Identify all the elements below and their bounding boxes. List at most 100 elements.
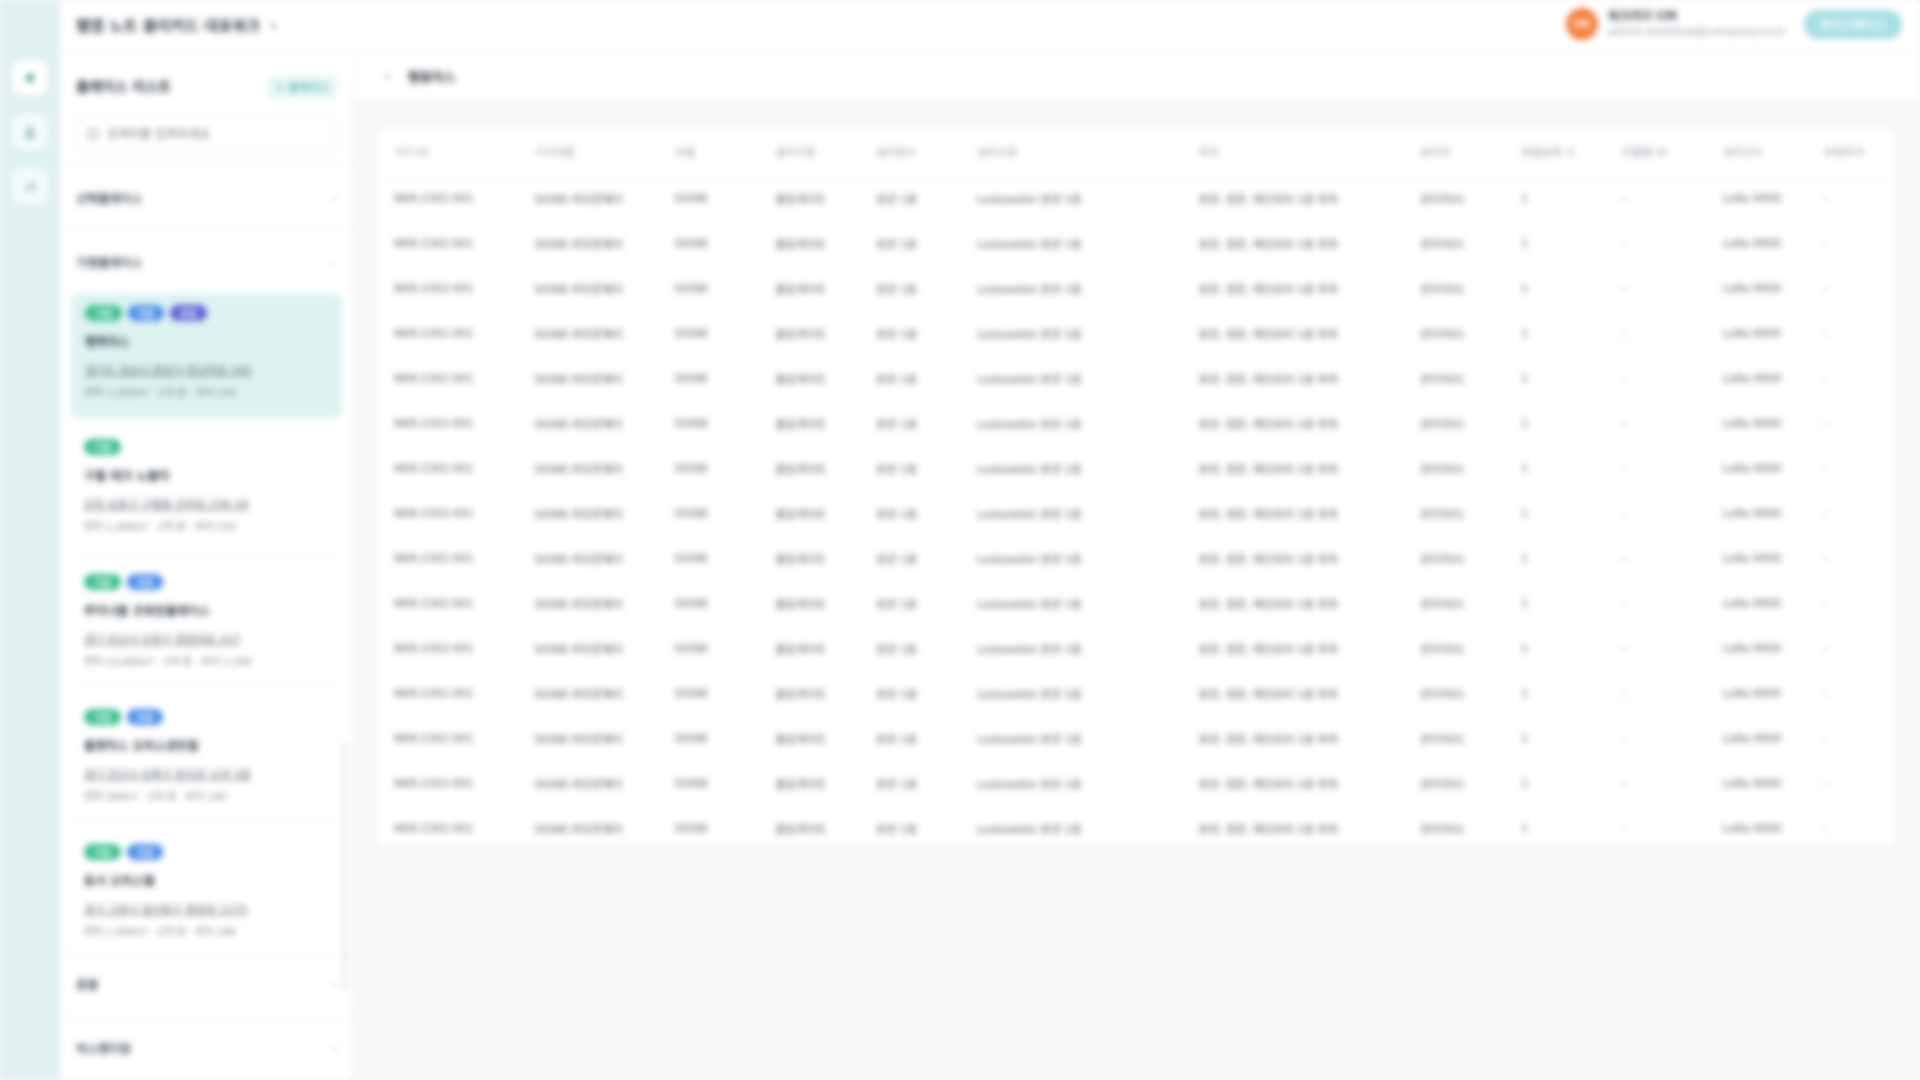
table-row[interactable]: NKR-2302-001 SIGNE-퍼모몬웨이 SIGNE 출입게이트 본관 1층 Lo… — [378, 806, 1894, 851]
table-cell: NKR-2302-001 — [394, 192, 474, 206]
place-card[interactable]: 가맹 직영 본점 행복마스 경기도 성남시 분당구 판교역로 192 면적 1,200m²… — [72, 294, 341, 418]
table-cell: 1 — [1521, 417, 1529, 430]
table-cell: 본관, 정문, 메인로비 1층 좌측 — [1198, 777, 1338, 791]
table-cell: - — [1621, 552, 1626, 565]
search-box[interactable] — [76, 116, 337, 152]
table-cell: 1 — [1521, 732, 1529, 745]
panel-title: 플레이스 리스트 — [76, 80, 172, 96]
avatar[interactable]: SK — [1565, 8, 1598, 40]
table-cell: 본관, 정문, 메인로비 1층 좌측 — [1198, 282, 1338, 296]
table-row[interactable]: NKR-2302-001 SIGNE-퍼모몬웨이 SIGNE 출입게이트 본관 1층 Lo… — [378, 671, 1894, 716]
tag-group: 가맹 직영 — [84, 844, 329, 862]
table-cell: 본관 1층 — [876, 597, 918, 611]
table-cell: NKR-2302-001 — [394, 507, 474, 520]
table-row[interactable]: NKR-2302-001 SIGNE-퍼모몬웨이 SIGNE 출입게이트 본관 1층 Lo… — [378, 311, 1894, 356]
user-area: SK 워크리더 CM admin.workflow@company.co.kr … — [1565, 8, 1902, 40]
place-card[interactable]: 가맹 직영 루미너블 코워킹플레이스 경기 안산시 단원구 중앙대로 227 면적 14… — [72, 564, 341, 688]
place-name: 동서 오피스텔 — [84, 874, 155, 888]
table-row[interactable]: NKR-2302-001 SIGNE-퍼모몬웨이 SIGNE 출입게이트 본관 1층 Lo… — [378, 536, 1894, 581]
column-header[interactable]: 모델명 ID — [1605, 128, 1707, 177]
chart-icon[interactable] — [12, 168, 48, 204]
section-rendering[interactable]: 하스펜더링 › — [60, 1016, 353, 1080]
table-cell: - — [1621, 237, 1626, 250]
column-header[interactable]: 기기 ID — [378, 128, 519, 177]
status-badge: 직영 — [126, 709, 164, 725]
table-cell: 본관, 정문, 메인로비 1층 좌측 — [1198, 507, 1338, 521]
place-card[interactable]: 가맹 직영 동서 오피스텔 경기 고양시 일산동구 중앙로 1275 면적 1,300m… — [72, 834, 341, 954]
column-header[interactable]: 모델 — [658, 128, 760, 177]
table-cell: SIGNE-퍼모몬웨이 — [534, 687, 623, 701]
table-row[interactable]: NKR-2302-001 SIGNE-퍼모몬웨이 SIGNE 출입게이트 본관 1층 Lo… — [378, 221, 1894, 266]
table-row[interactable]: NKR-2302-001 SIGNE-퍼모몬웨이 SIGNE 출입게이트 본관 1층 Lo… — [378, 446, 1894, 491]
search-input[interactable] — [107, 127, 307, 141]
table-cell: SIGNE — [674, 282, 709, 295]
column-header[interactable]: 위치 — [1182, 128, 1405, 177]
chevron-left-icon[interactable]: ‹ — [384, 69, 390, 85]
table-cell: - — [1823, 732, 1828, 745]
icon-rail — [0, 0, 60, 1080]
table-cell: LoRa 9000 — [1722, 777, 1782, 790]
table-cell: 본관, 정문, 메인로비 1층 좌측 — [1198, 417, 1338, 431]
table-row[interactable]: NKR-2302-001 SIGNE-퍼모몬웨이 SIGNE 출입게이트 본관 1층 Lo… — [378, 356, 1894, 401]
table-cell: SIGNE-퍼모몬웨이 — [534, 372, 623, 386]
table-row[interactable]: NKR-2302-001 SIGNE-퍼모몬웨이 SIGNE 출입게이트 본관 1층 Lo… — [378, 401, 1894, 446]
table-cell: SIGNE — [674, 597, 709, 610]
table-body: NKR-2302-001 SIGNE-퍼모몬웨이 SIGNE 출입게이트본관 1층 Lo… — [378, 176, 1894, 851]
table-cell: 관리자01 — [1420, 462, 1465, 476]
column-header[interactable]: 부분위치 — [1807, 128, 1894, 177]
workspace-action-button[interactable]: 워크스페이스 — [1803, 9, 1902, 39]
table-row[interactable]: NKR-2302-001 SIGNE-퍼모몬웨이 SIGNE 출입게이트 본관 1층 Lo… — [378, 176, 1894, 221]
table-row[interactable]: NKR-2302-001 SIGNE-퍼모몬웨이 SIGNE 출입게이트 본관 1층 Lo… — [378, 266, 1894, 311]
table-cell: NKR-2302-001 — [394, 777, 474, 790]
place-card[interactable]: 가맹 직영 플랫마스 오피스센트럴 경기 안산시 상록구 본오로 129 3층 면적 3… — [72, 699, 341, 823]
table-cell: LoRa 9000 — [1722, 687, 1782, 700]
table-row[interactable]: NKR-2302-001 SIGNE-퍼모몬웨이 SIGNE 출입게이트 본관 1층 Lo… — [378, 581, 1894, 626]
table-cell: LoRa 9000 — [1722, 417, 1782, 430]
place-address: 경기도 성남시 분당구 판교역로 192 — [85, 364, 252, 377]
table-row[interactable]: NKR-2302-001 SIGNE-퍼모몬웨이 SIGNE 출입게이트 본관 1층 Lo… — [378, 716, 1894, 761]
table-row[interactable]: NKR-2302-001 SIGNE-퍼모몬웨이 SIGNE 출입게이트 본관 1층 Lo… — [378, 626, 1894, 671]
table-cell: NKR-2302-001 — [394, 642, 474, 655]
table-cell: 본관 1층 — [876, 687, 918, 701]
table-cell: 본관 1층 — [876, 777, 918, 791]
table-cell: 본관 1층 — [876, 552, 918, 566]
table-cell: - — [1621, 687, 1626, 700]
column-header[interactable]: 설치층수 — [860, 128, 962, 177]
table-cell: 출입게이트 — [775, 282, 827, 296]
panel-header: 플레이스 리스트 + 플레이스 — [60, 52, 353, 102]
table-cell: Lodsewikki 본관 1층 — [977, 642, 1082, 656]
column-header[interactable]: 기기이름 — [518, 128, 659, 177]
table-cell: SIGNE — [674, 417, 709, 430]
table-cell: 1 — [1521, 372, 1529, 385]
table-cell: - — [1621, 732, 1626, 745]
chevron-down-icon[interactable]: ▾ — [270, 19, 276, 33]
table-row[interactable]: NKR-2302-001 SIGNE-퍼모몬웨이 SIGNE 출입게이트 본관 1층 Lo… — [378, 491, 1894, 536]
column-header[interactable]: 연결상태 수 — [1505, 128, 1606, 177]
table-cell: - — [1823, 642, 1828, 655]
table-cell: SIGNE-퍼모몬웨이 — [534, 462, 623, 476]
column-header[interactable]: 설치사유 — [961, 128, 1183, 177]
place-card[interactable]: 가맹 구월 테크 노블타 인천 남동구 구월동 인하로 236-18 면적 1,300… — [72, 429, 341, 553]
section-member-places[interactable]: 가맹플레이스 ⌄ — [60, 230, 353, 294]
people-icon[interactable] — [12, 114, 48, 150]
table-row[interactable]: NKR-2302-001 SIGNE-퍼모몬웨이 SIGNE 출입게이트 본관 1층 Lo… — [378, 761, 1894, 806]
add-place-button[interactable]: + 플레이스 — [267, 76, 337, 98]
table-cell: - — [1823, 327, 1828, 340]
chevron-right-icon: › — [332, 192, 337, 205]
home-icon[interactable] — [12, 60, 48, 96]
table-cell: LoRa 9000 — [1722, 192, 1782, 206]
workspace-selector[interactable]: 웹앱 노트 클리커드 대표워크 — [76, 15, 260, 36]
bottom-sections: 층별 › 하스펜더링 › — [60, 952, 353, 1080]
table-cell: NKR-2302-001 — [394, 732, 474, 745]
place-name: 플랫마스 오피스센트럴 — [84, 739, 199, 753]
section-selected-places[interactable]: 선택플레이스 › — [60, 166, 353, 230]
table-cell: Lodsewikki 본관 1층 — [977, 687, 1082, 701]
table-cell: 본관 1층 — [876, 507, 918, 521]
section-floors[interactable]: 층별 › — [60, 952, 353, 1016]
place-meta: 면적 1,300m² · 2개 층 · 좌석 188 — [84, 927, 236, 938]
column-header[interactable]: 관리코드 — [1706, 128, 1808, 177]
column-header[interactable]: 설치구분 — [759, 128, 861, 177]
table-cell: SIGNE — [674, 822, 709, 835]
section-label: 선택플레이스 — [76, 192, 143, 206]
column-header[interactable]: 관리자 — [1404, 128, 1506, 177]
